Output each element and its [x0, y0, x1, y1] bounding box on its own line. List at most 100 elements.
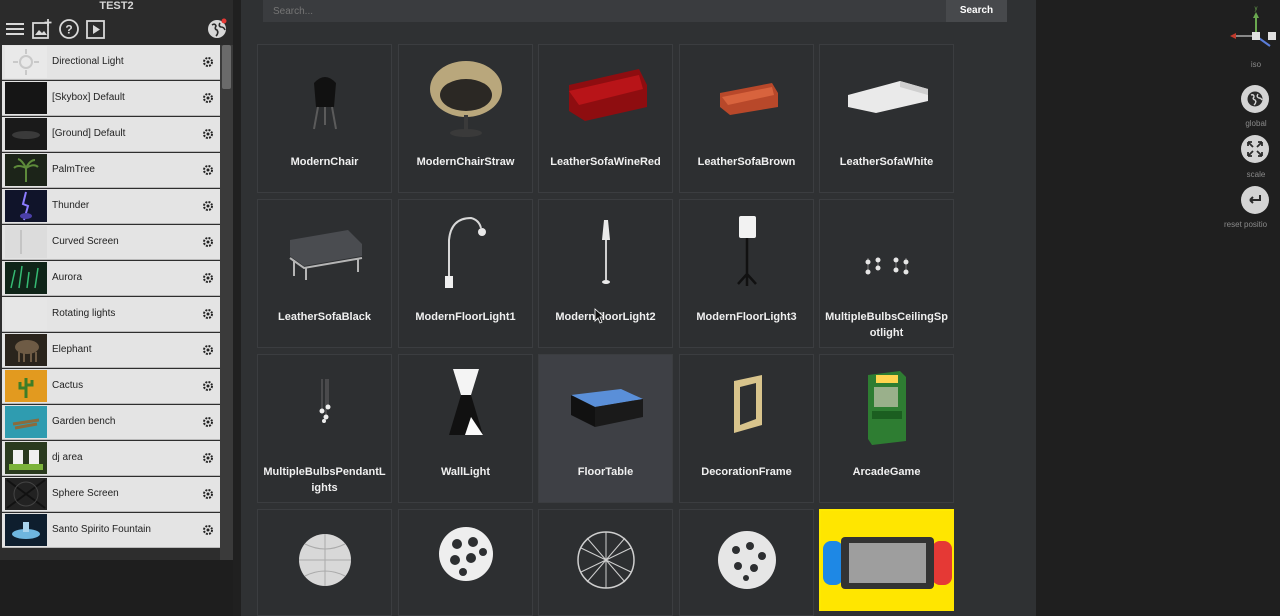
- globe-icon[interactable]: [206, 18, 228, 40]
- asset-tile-multiple-bulbs-ceiling-spotlight[interactable]: MultipleBulbsCeilingSpotlight: [819, 199, 954, 348]
- help-icon[interactable]: ?: [58, 18, 80, 40]
- gear-icon[interactable]: [202, 200, 214, 212]
- list-item[interactable]: Garden bench: [2, 405, 220, 440]
- decoration-frame-thumbnail: [734, 375, 762, 433]
- gear-icon[interactable]: [202, 92, 214, 104]
- asset-label: ModernFloorLight1: [415, 311, 516, 323]
- gear-icon[interactable]: [202, 380, 214, 392]
- object-label: [Ground] Default: [52, 128, 126, 139]
- asset-tile-leather-sofa-black[interactable]: LeatherSofaBlack: [257, 199, 392, 348]
- gear-icon[interactable]: [202, 524, 214, 536]
- asset-tile-modern-floor-light2[interactable]: ModernFloorLight2: [538, 199, 673, 348]
- global-button[interactable]: [1241, 85, 1269, 113]
- list-item[interactable]: dj area: [2, 441, 220, 476]
- gear-icon[interactable]: [202, 164, 214, 176]
- object-thumbnail: [5, 262, 47, 294]
- asset-tile-modern-floor-light1[interactable]: ModernFloorLight1: [398, 199, 533, 348]
- scale-label: scale: [1246, 170, 1266, 179]
- asset-tile-floor-table[interactable]: FloorTable: [538, 354, 673, 503]
- list-item[interactable]: Elephant: [2, 333, 220, 368]
- project-title: TEST2: [99, 0, 134, 12]
- object-label: Thunder: [52, 200, 90, 211]
- object-label: Elephant: [52, 344, 92, 355]
- asset-tile[interactable]: [819, 509, 954, 611]
- floor-table-thumbnail: [571, 389, 643, 427]
- scale-button[interactable]: [1241, 135, 1269, 163]
- asset-label: LeatherSofaBrown: [697, 156, 796, 168]
- asset-tile-leather-sofa-white[interactable]: LeatherSofaWhite: [819, 44, 954, 193]
- play-icon[interactable]: [85, 18, 107, 40]
- object-label: Rotating lights: [52, 308, 116, 319]
- gear-icon[interactable]: [202, 272, 214, 284]
- gear-icon[interactable]: [202, 488, 214, 500]
- asset-label: LeatherSofaWhite: [839, 156, 934, 168]
- asset-tile-wall-light[interactable]: WallLight: [398, 354, 533, 503]
- svg-text:y: y: [1255, 6, 1258, 12]
- asset-tile-modern-chair-straw[interactable]: ModernChairStraw: [398, 44, 533, 193]
- list-item[interactable]: PalmTree: [2, 153, 220, 188]
- sphere-thumbnail: [439, 527, 493, 581]
- list-item[interactable]: [Ground] Default: [2, 117, 220, 152]
- asset-label: ModernFloorLight2: [555, 311, 656, 323]
- gear-icon[interactable]: [202, 416, 214, 428]
- object-thumbnail: [5, 190, 47, 222]
- object-thumbnail: [5, 406, 47, 438]
- asset-tile-decoration-frame[interactable]: DecorationFrame: [679, 354, 814, 503]
- multiple-bulbs-ceiling-spotlight-thumbnail: [865, 257, 909, 275]
- object-label: Garden bench: [52, 416, 116, 427]
- asset-label: DecorationFrame: [701, 466, 792, 478]
- wall-light-thumbnail: [449, 369, 483, 435]
- list-item[interactable]: Rotating lights: [2, 297, 220, 332]
- object-thumbnail: [5, 514, 47, 546]
- list-item[interactable]: Directional Light: [2, 45, 220, 80]
- object-label: dj area: [52, 452, 83, 463]
- asset-tile-modern-floor-light3[interactable]: ModernFloorLight3: [679, 199, 814, 348]
- scene-object-list[interactable]: Directional Light [Skybox] Default [Grou…: [0, 45, 220, 560]
- gear-icon[interactable]: [202, 344, 214, 356]
- search-button[interactable]: Search: [946, 0, 1007, 22]
- asset-label: MultipleBulbsPendantLights: [263, 466, 386, 494]
- asset-tile-arcade-game[interactable]: ArcadeGame: [819, 354, 954, 503]
- asset-tile-multiple-bulbs-pendant-lights[interactable]: MultipleBulbsPendantLights: [257, 354, 392, 503]
- scene-list-scrollbar[interactable]: [220, 45, 233, 560]
- asset-tile[interactable]: [398, 509, 533, 616]
- search-input[interactable]: [271, 0, 935, 22]
- sphere-thumbnail: [718, 531, 776, 589]
- reset-position-button[interactable]: [1241, 186, 1269, 214]
- menu-icon[interactable]: [4, 18, 26, 40]
- object-label: Directional Light: [52, 56, 124, 67]
- arcade-game-thumbnail: [868, 371, 906, 445]
- object-label: Curved Screen: [52, 236, 119, 247]
- svg-text:?: ?: [65, 23, 72, 37]
- gear-icon[interactable]: [202, 128, 214, 140]
- asset-tile[interactable]: [679, 509, 814, 616]
- scrollbar-thumb[interactable]: [222, 45, 231, 89]
- object-thumbnail: [5, 478, 47, 510]
- object-thumbnail: [5, 226, 47, 258]
- list-item[interactable]: Aurora: [2, 261, 220, 296]
- asset-tile-leather-sofa-wine-red[interactable]: LeatherSofaWineRed: [538, 44, 673, 193]
- asset-label: WallLight: [440, 466, 491, 478]
- gear-icon[interactable]: [202, 308, 214, 320]
- multiple-bulbs-pendant-lights-thumbnail: [319, 379, 331, 423]
- reset-position-label: reset positio: [1224, 220, 1268, 229]
- axis-gizmo-icon[interactable]: y: [1226, 2, 1278, 62]
- asset-tile-modern-chair[interactable]: ModernChair: [257, 44, 392, 193]
- list-item[interactable]: Sphere Screen: [2, 477, 220, 512]
- list-item[interactable]: [Skybox] Default: [2, 81, 220, 116]
- list-item[interactable]: Cactus: [2, 369, 220, 404]
- top-toolbar: TEST2 ?: [0, 0, 233, 45]
- asset-tile[interactable]: [257, 509, 392, 616]
- list-item[interactable]: Santo Spirito Fountain: [2, 513, 220, 548]
- gear-icon[interactable]: [202, 236, 214, 248]
- asset-tile[interactable]: [538, 509, 673, 616]
- asset-tile-leather-sofa-brown[interactable]: LeatherSofaBrown: [679, 44, 814, 193]
- modern-floor-light2-thumbnail: [602, 220, 610, 284]
- list-item[interactable]: Curved Screen: [2, 225, 220, 260]
- object-thumbnail: [5, 442, 47, 474]
- list-item[interactable]: Thunder: [2, 189, 220, 224]
- object-label: Santo Spirito Fountain: [52, 524, 151, 535]
- gear-icon[interactable]: [202, 56, 214, 68]
- gear-icon[interactable]: [202, 452, 214, 464]
- add-image-icon[interactable]: [31, 18, 53, 40]
